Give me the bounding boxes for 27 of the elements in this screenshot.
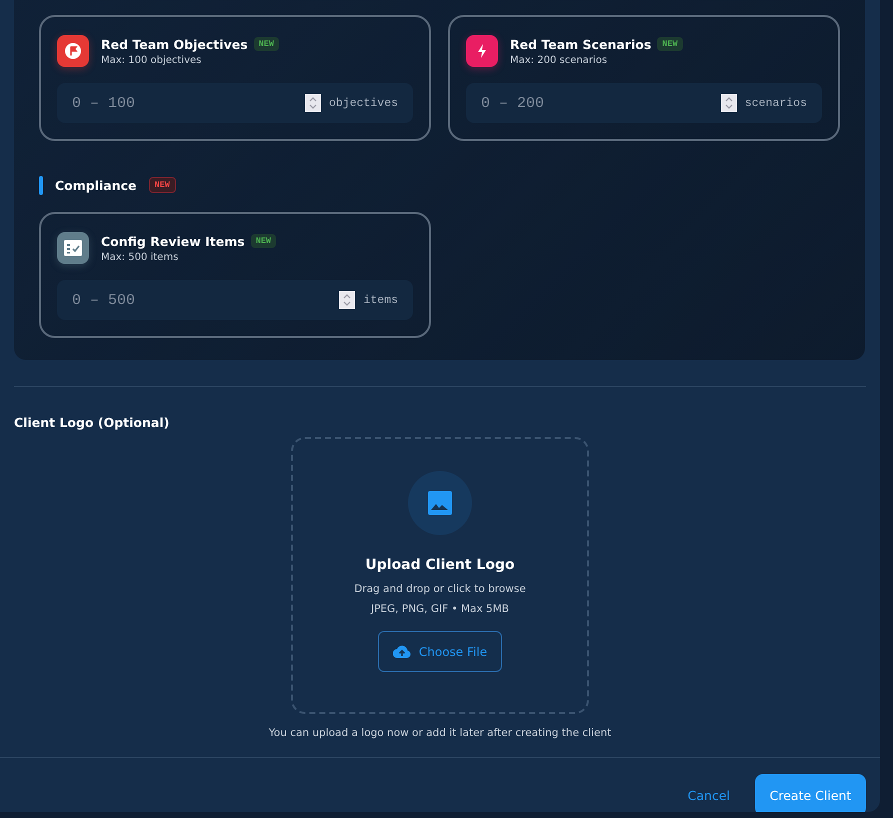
- card-title: Red Team Objectives: [101, 36, 248, 52]
- new-badge: NEW: [250, 234, 276, 248]
- spinner-icon[interactable]: [304, 94, 321, 112]
- upload-note: You can upload a logo now or add it later after creating the client: [268, 727, 612, 739]
- card-subtitle: Max: 100 objectives: [101, 54, 202, 66]
- spinner-icon[interactable]: [339, 291, 356, 309]
- choose-file-button[interactable]: Choose File: [378, 631, 502, 672]
- field-label: Client Logo (Optional): [14, 415, 170, 430]
- unit-label: objectives: [328, 96, 398, 110]
- spinner-icon[interactable]: [720, 94, 737, 112]
- card-subtitle: Max: 200 scenarios: [510, 54, 608, 66]
- upload-dropzone[interactable]: Upload Client Logo Drag and drop or click to browse JPEG, PNG, GIF • Max 5MB Choose File: [291, 437, 589, 714]
- cancel-button[interactable]: Cancel: [682, 788, 735, 802]
- file-formats: JPEG, PNG, GIF • Max 5MB: [370, 603, 509, 615]
- upload-hint: Drag and drop or click to browse: [354, 583, 526, 595]
- unit-label: scenarios: [744, 96, 807, 110]
- create-client-button[interactable]: Create Client: [755, 774, 866, 812]
- card-title: Red Team Scenarios: [510, 36, 652, 52]
- unit-label: items: [363, 294, 398, 306]
- new-badge: NEW: [657, 37, 683, 51]
- new-badge: NEW: [148, 177, 176, 193]
- upload-title: Upload Client Logo: [365, 557, 515, 573]
- new-badge: NEW: [254, 37, 279, 51]
- upload-icon: [392, 645, 411, 658]
- card-title: Config Review Items: [101, 234, 245, 248]
- section-heading: Compliance: [55, 178, 137, 192]
- card-subtitle: Max: 500 items: [101, 252, 180, 262]
